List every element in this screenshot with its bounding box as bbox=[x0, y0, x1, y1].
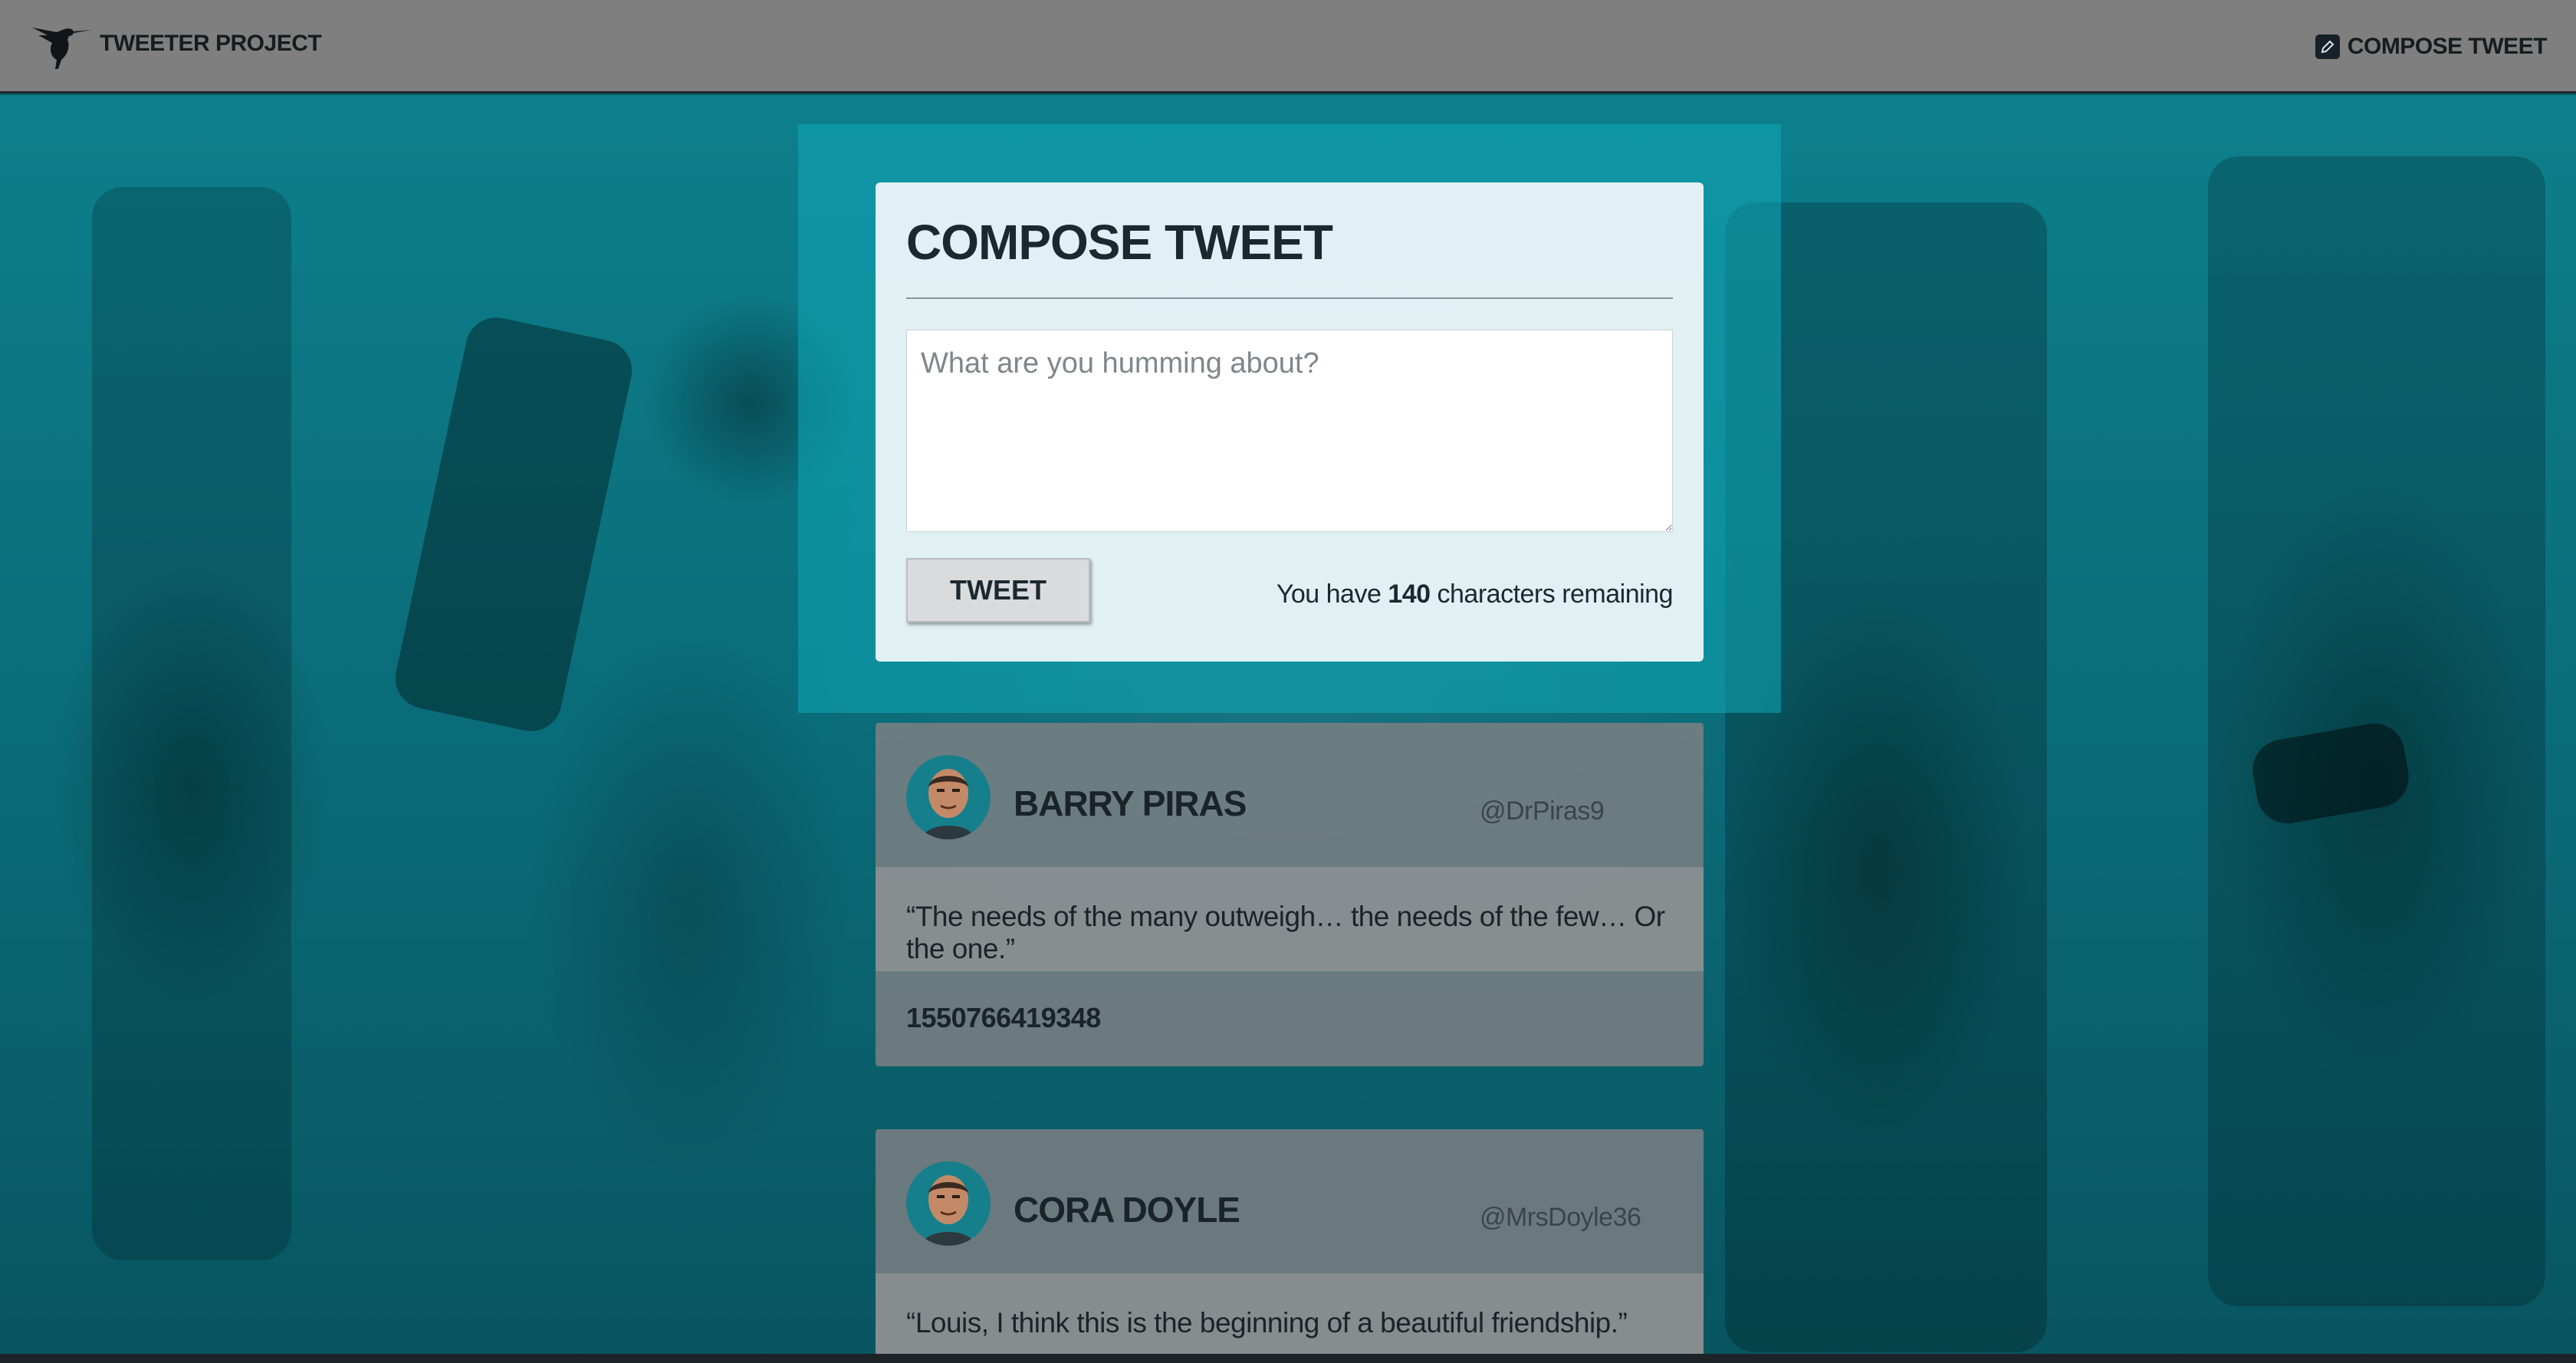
pencil-icon bbox=[2315, 34, 2340, 59]
avatar bbox=[906, 1161, 991, 1246]
tweet-submit-button[interactable]: TWEET bbox=[906, 558, 1090, 622]
compose-footer: TWEET You have 140 characters remaining bbox=[906, 558, 1674, 622]
counter-prefix: You have bbox=[1276, 580, 1382, 609]
compose-tweet-form: COMPOSE TWEET TWEET You have 140 charact… bbox=[876, 182, 1704, 662]
compose-title: COMPOSE TWEET bbox=[906, 215, 1333, 270]
tweet-author-name: CORA DOYLE bbox=[1014, 1190, 1240, 1230]
compose-divider bbox=[906, 297, 1673, 299]
tweet-header: CORA DOYLE @MrsDoyle36 bbox=[876, 1129, 1704, 1273]
counter-value: 140 bbox=[1388, 580, 1431, 609]
tweet-author-handle: @MrsDoyle36 bbox=[1480, 1203, 1641, 1232]
tweet-author-name: BARRY PIRAS bbox=[1014, 783, 1247, 823]
top-nav: TWEETER PROJECT COMPOSE TWEET bbox=[0, 0, 2576, 94]
bottom-edge bbox=[0, 1354, 2576, 1363]
tweet-timestamp: 1550766419348 bbox=[906, 1002, 1101, 1033]
tweet-textarea[interactable] bbox=[906, 330, 1673, 532]
avatar bbox=[906, 755, 991, 839]
tweet-author-handle: @DrPiras9 bbox=[1480, 796, 1605, 826]
tweet-content: “The needs of the many outweigh… the nee… bbox=[876, 867, 1704, 971]
tweet-card: CORA DOYLE @MrsDoyle36 “Louis, I think t… bbox=[876, 1129, 1704, 1359]
brand-title[interactable]: TWEETER PROJECT bbox=[100, 31, 322, 57]
tweet-card: BARRY PIRAS @DrPiras9 “The needs of the … bbox=[876, 723, 1704, 1066]
tweet-header: BARRY PIRAS @DrPiras9 bbox=[876, 723, 1704, 867]
tweet-content: “Louis, I think this is the beginning of… bbox=[876, 1273, 1704, 1359]
counter-suffix: characters remaining bbox=[1437, 580, 1674, 609]
hummingbird-logo-icon[interactable] bbox=[31, 21, 92, 69]
character-counter: You have 140 characters remaining bbox=[1276, 580, 1674, 609]
compose-tweet-nav-button[interactable]: COMPOSE TWEET bbox=[2315, 34, 2548, 60]
compose-tweet-nav-label: COMPOSE TWEET bbox=[2347, 34, 2548, 59]
